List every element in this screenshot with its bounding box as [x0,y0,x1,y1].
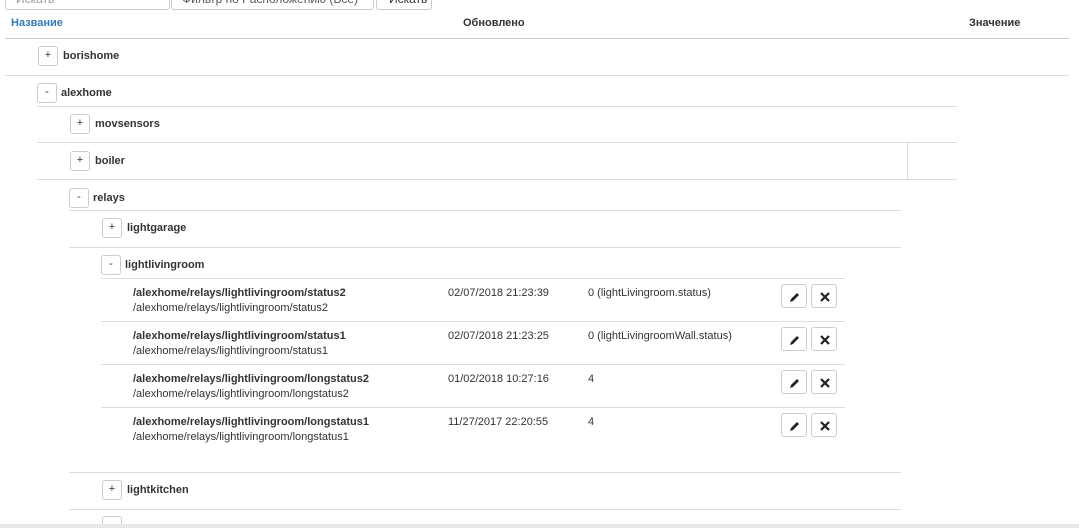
parameter-path-text: /alexhome/relays/lightlivingroom/status2 [133,302,329,314]
column-header-updated: Обновлено [463,17,525,29]
location-filter-select[interactable]: Фильтр по Расположению (Все) [171,0,374,10]
parameter-name[interactable]: /alexhome/relays/lightlivingroom/status1 [133,329,346,344]
tree-node-alexhome[interactable]: alexhome [61,87,112,99]
divider [37,106,957,107]
parameter-value: 0 (lightLivingroom.status) [588,287,711,299]
collapse-lightlivingroom-button[interactable]: - [101,255,121,275]
x-icon [820,335,830,345]
edit-button[interactable] [781,370,807,394]
updated-timestamp: 02/07/2018 21:23:25 [448,330,549,342]
divider [907,143,908,179]
parameter-path: /alexhome/relays/lightlivingroom/longsta… [133,415,369,445]
parameter-name[interactable]: /alexhome/relays/lightlivingroom/longsta… [133,372,369,387]
search-input[interactable]: Искать [5,0,170,10]
search-button[interactable]: Искать [376,0,432,10]
divider [101,321,845,322]
expand-movsensors-button[interactable]: + [70,114,90,134]
expand-boiler-button[interactable]: + [70,151,90,171]
x-icon [820,421,830,431]
parameter-path-text: /alexhome/relays/lightlivingroom/longsta… [133,388,349,400]
tree-node-boiler[interactable]: boiler [95,155,125,167]
tree-node-borishome[interactable]: borishome [63,50,119,62]
x-icon [820,292,830,302]
divider [69,210,901,211]
collapse-relays-button[interactable]: - [69,188,89,208]
expand-borishome-button[interactable]: + [38,46,58,66]
delete-button[interactable] [811,284,837,308]
divider [69,472,901,473]
horizontal-scrollbar[interactable] [0,524,1079,528]
parameter-path-text: /alexhome/relays/lightlivingroom/longsta… [133,431,349,443]
parameter-path-text: /alexhome/relays/lightlivingroom/status1 [133,345,329,357]
parameter-path: /alexhome/relays/lightlivingroom/status1… [133,329,346,359]
collapse-alexhome-button[interactable]: - [37,83,57,103]
divider [101,407,845,408]
tree-node-lightgarage[interactable]: lightgarage [127,222,186,234]
parameter-value: 0 (lightLivingroomWall.status) [588,330,732,342]
parameter-value: 4 [588,373,595,385]
delete-button[interactable] [811,327,837,351]
pencil-icon [790,293,799,302]
pencil-icon [790,379,799,388]
divider [69,247,901,248]
tree-node-lightkitchen[interactable]: lightkitchen [127,484,189,496]
updated-timestamp: 02/07/2018 21:23:39 [448,287,549,299]
parameter-path: /alexhome/relays/lightlivingroom/longsta… [133,372,369,402]
updated-timestamp: 01/02/2018 10:27:16 [448,373,549,385]
edit-button[interactable] [781,284,807,308]
divider [37,179,957,180]
parameter-value: 4 [588,416,595,428]
parameter-name[interactable]: /alexhome/relays/lightlivingroom/status2 [133,286,346,301]
expand-lightkitchen-button[interactable]: + [102,480,122,500]
edit-button[interactable] [781,413,807,437]
tree-node-movsensors[interactable]: movsensors [95,118,160,130]
tree-node-relays[interactable]: relays [93,192,125,204]
pencil-icon [790,422,799,431]
expand-lightgarage-button[interactable]: + [102,218,122,238]
parameter-path: /alexhome/relays/lightlivingroom/status2… [133,286,346,316]
divider [101,364,845,365]
x-icon [820,378,830,388]
edit-button[interactable] [781,327,807,351]
header-divider [5,38,1069,39]
divider [37,142,957,143]
divider [5,75,1069,76]
column-header-name[interactable]: Название [11,17,63,29]
column-header-value: Значение [969,17,1021,29]
tree-node-lightlivingroom[interactable]: lightlivingroom [125,259,204,271]
delete-button[interactable] [811,413,837,437]
updated-timestamp: 11/27/2017 22:20:55 [448,416,549,428]
delete-button[interactable] [811,370,837,394]
pencil-icon [790,336,799,345]
parameter-name[interactable]: /alexhome/relays/lightlivingroom/longsta… [133,415,369,430]
divider [101,278,845,279]
divider [69,509,901,510]
